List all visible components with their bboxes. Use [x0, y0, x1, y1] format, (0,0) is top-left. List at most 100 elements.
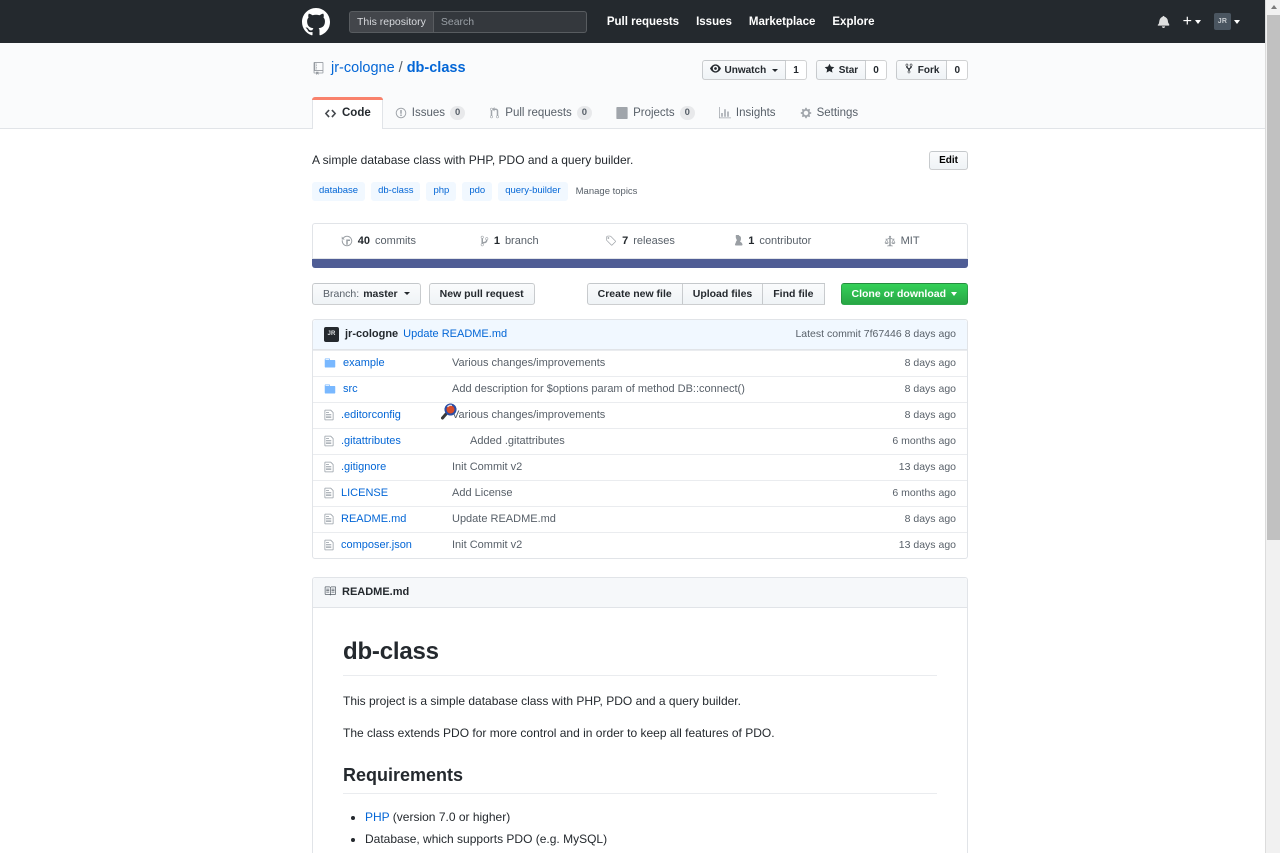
stat-releases[interactable]: 7 releases [575, 224, 706, 258]
edit-description-button[interactable]: Edit [929, 151, 968, 170]
stat-contributors[interactable]: 1 contributor [705, 224, 836, 258]
repo-path-separator: / [399, 60, 403, 77]
tab-projects[interactable]: Projects 0 [604, 97, 707, 128]
commit-author-link[interactable]: jr-cologne [345, 328, 398, 340]
latest-commit-row: JR jr-cologne Update README.md Latest co… [313, 320, 967, 350]
history-icon [341, 235, 353, 247]
file-link[interactable]: README.md [341, 513, 406, 525]
topic-tag[interactable]: database [312, 182, 365, 200]
tab-insights-label: Insights [736, 107, 776, 119]
file-age: 8 days ago [905, 513, 956, 525]
table-row[interactable]: src Add description for $options param o… [313, 376, 967, 402]
table-row[interactable]: .gitattributes Added .gitattributes 6 mo… [313, 428, 967, 454]
user-menu[interactable]: JR [1214, 13, 1240, 30]
file-action-group: Create new file Upload files Find file [587, 283, 825, 305]
upload-files-button[interactable]: Upload files [683, 283, 764, 305]
new-pull-request-button[interactable]: New pull request [429, 283, 535, 305]
table-row[interactable]: LICENSE Add License 6 months ago [313, 480, 967, 506]
github-repository-page: This repository Pull requests Issues Mar… [0, 0, 1280, 853]
github-mark-icon[interactable] [302, 8, 330, 36]
topic-tag[interactable]: php [426, 182, 456, 200]
bell-icon[interactable] [1157, 15, 1170, 28]
manage-topics-link[interactable]: Manage topics [576, 186, 638, 197]
fork-count[interactable]: 0 [947, 60, 968, 80]
file-commit-message: Various changes/improvements [452, 409, 905, 421]
stat-commits[interactable]: 40 commits [313, 224, 444, 258]
search-bar[interactable]: This repository [349, 11, 587, 33]
scrollbar-thumb[interactable] [1267, 15, 1280, 540]
chevron-down-icon [772, 69, 778, 72]
commit-message-link[interactable]: Update README.md [403, 328, 507, 340]
file-commit-message: Init Commit v2 [452, 461, 899, 473]
nav-issues[interactable]: Issues [696, 16, 732, 28]
file-commit-message-link[interactable]: Init Commit v2 [452, 539, 522, 551]
table-row[interactable]: example Various changes/improvements 8 d… [313, 350, 967, 376]
code-icon [324, 107, 337, 120]
branch-selector-button[interactable]: Branch: master [312, 283, 421, 305]
file-commit-message-link[interactable]: Update README.md [452, 513, 556, 525]
unwatch-label: Unwatch [725, 65, 767, 76]
repo-owner-link[interactable]: jr-cologne [331, 60, 395, 77]
topic-tag[interactable]: db-class [371, 182, 420, 200]
file-link[interactable]: .gitattributes [341, 435, 401, 447]
search-input[interactable] [434, 12, 586, 32]
star-count[interactable]: 0 [866, 60, 887, 80]
page-scrollbar[interactable] [1265, 0, 1280, 853]
unwatch-button[interactable]: Unwatch [702, 60, 787, 80]
file-commit-message-link[interactable]: Various changes/improvements [452, 357, 605, 369]
fork-icon [904, 63, 914, 77]
tab-issues[interactable]: Issues 0 [383, 97, 478, 128]
file-link[interactable]: src [343, 383, 358, 395]
search-scope-label[interactable]: This repository [350, 12, 434, 32]
tab-projects-count: 0 [680, 106, 695, 120]
file-link[interactable]: LICENSE [341, 487, 388, 499]
repo-description: A simple database class with PHP, PDO an… [312, 151, 633, 169]
find-file-button[interactable]: Find file [763, 283, 824, 305]
file-link[interactable]: composer.json [341, 539, 412, 551]
topic-tag[interactable]: pdo [462, 182, 492, 200]
tab-insights[interactable]: Insights [707, 97, 788, 128]
file-link[interactable]: .gitignore [341, 461, 386, 473]
repo-icon [312, 62, 325, 75]
nav-pull-requests[interactable]: Pull requests [607, 16, 679, 28]
file-commit-message: Add description for $options param of me… [452, 383, 905, 395]
stat-branches-label: branch [505, 235, 539, 247]
clone-or-download-button[interactable]: Clone or download [841, 283, 969, 305]
file-commit-message-link[interactable]: Add description for $options param of me… [452, 383, 745, 395]
create-new-menu[interactable]: + [1183, 14, 1201, 30]
commit-meta: Latest commit 7f67446 8 days ago [795, 328, 956, 340]
nav-marketplace[interactable]: Marketplace [749, 16, 815, 28]
stat-license[interactable]: MIT [836, 224, 967, 258]
topic-tag[interactable]: query-builder [498, 182, 567, 200]
global-nav: Pull requests Issues Marketplace Explore [607, 16, 875, 28]
commit-sha-link[interactable]: 7f67446 [864, 328, 902, 340]
fork-button[interactable]: Fork [896, 60, 948, 80]
file-commit-message-link[interactable]: Added .gitattributes [470, 435, 565, 447]
create-new-file-button[interactable]: Create new file [587, 283, 683, 305]
scrollbar-up-button[interactable] [1267, 0, 1280, 14]
file-link[interactable]: .editorconfig [341, 409, 401, 421]
watch-count[interactable]: 1 [786, 60, 807, 80]
watch-button-group: Unwatch 1 [702, 60, 807, 80]
table-row[interactable]: .gitignore Init Commit v2 13 days ago [313, 454, 967, 480]
tab-settings[interactable]: Settings [788, 97, 871, 128]
star-button[interactable]: Star [816, 60, 866, 80]
nav-explore[interactable]: Explore [832, 16, 874, 28]
repository-header: jr-cologne / db-class Unwatch 1 [0, 43, 1280, 129]
php-link[interactable]: PHP [365, 810, 389, 824]
tab-pull-requests[interactable]: Pull requests 0 [477, 97, 604, 128]
file-link[interactable]: example [343, 357, 385, 369]
stat-branches[interactable]: 1 branch [444, 224, 575, 258]
file-commit-message: Added .gitattributes [452, 435, 892, 447]
file-commit-message-link[interactable]: Add License [452, 487, 513, 499]
table-row[interactable]: composer.json Init Commit v2 13 days ago [313, 532, 967, 558]
tab-code-label: Code [342, 107, 371, 119]
repo-name-link[interactable]: db-class [407, 60, 466, 77]
file-commit-message-link[interactable]: Various changes/improvements [452, 409, 605, 421]
table-row[interactable]: .editorconfig Various changes/improvemen… [313, 402, 967, 428]
tab-code[interactable]: Code [312, 97, 383, 129]
file-commit-message-link[interactable]: Init Commit v2 [452, 461, 522, 473]
git-pull-request-icon [489, 107, 500, 119]
avatar: JR [1214, 13, 1231, 30]
table-row[interactable]: README.md Update README.md 8 days ago [313, 506, 967, 532]
